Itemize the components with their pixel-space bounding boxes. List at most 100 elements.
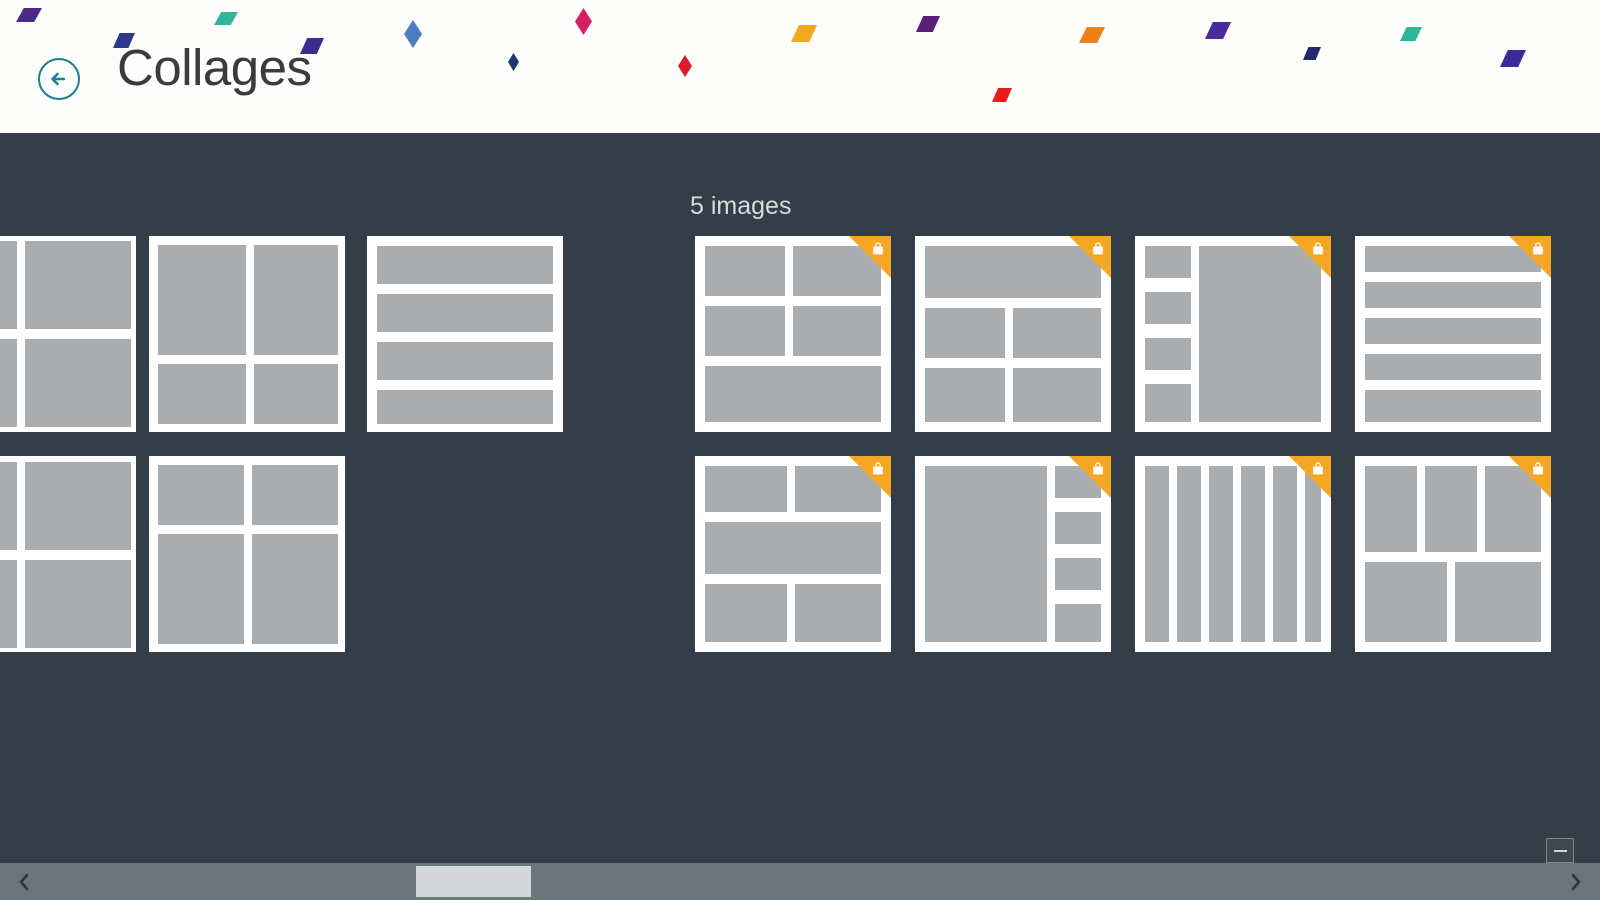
section-label-image-count: 5 images (690, 192, 792, 220)
scrollbar-thumb[interactable] (416, 866, 531, 897)
collage-cell (1199, 246, 1321, 422)
collage-cell (1273, 466, 1297, 642)
parallelogram-confetti-icon (1303, 47, 1321, 60)
collage-cell (1055, 558, 1101, 590)
collage-cell (158, 534, 244, 644)
collage-cell (1485, 466, 1541, 552)
collage-cell (705, 366, 881, 422)
collage-card-two-top-banner-two-bottom[interactable] (695, 456, 891, 652)
collage-cell (705, 246, 785, 296)
horizontal-scrollbar[interactable] (0, 863, 1600, 900)
collage-card-grid-2x2-bottom-heavy[interactable] (149, 456, 345, 652)
collage-cell (158, 465, 244, 525)
collage-cell (1209, 466, 1233, 642)
collage-card-grid-2x2-left-narrow[interactable] (0, 456, 136, 652)
diamond-confetti-icon (575, 8, 592, 35)
chevron-right-icon (1571, 873, 1581, 890)
collage-card-stripes-horizontal-5[interactable] (1355, 236, 1551, 432)
collage-cell (705, 522, 881, 574)
collage-card-sidebar-left-4-hero-right[interactable] (1135, 236, 1331, 432)
collage-cell (705, 584, 787, 642)
collage-cell (1305, 466, 1321, 642)
collage-cell (1365, 562, 1447, 642)
collage-cell (1365, 246, 1541, 272)
collage-cell (1055, 604, 1101, 642)
collage-cell (25, 462, 131, 550)
diamond-confetti-icon (678, 55, 692, 77)
collage-cell (377, 342, 553, 380)
parallelogram-confetti-icon (992, 88, 1012, 102)
collage-cell (925, 246, 1101, 298)
collage-cell (25, 560, 131, 648)
collage-cell (925, 368, 1005, 422)
collage-cell (795, 584, 881, 642)
collage-cell (1365, 354, 1541, 380)
collage-cell (705, 306, 785, 356)
parallelogram-confetti-icon (1205, 22, 1231, 39)
parallelogram-confetti-icon (1500, 50, 1526, 67)
collage-card-grid-2x2-plus-banner[interactable] (695, 236, 891, 432)
collage-cell (1055, 512, 1101, 544)
parallelogram-confetti-icon (214, 12, 238, 25)
collage-cell (1365, 390, 1541, 422)
collage-cell (252, 465, 338, 525)
collage-cell (252, 534, 338, 644)
collage-cell (254, 245, 338, 355)
collage-cell (1145, 466, 1169, 642)
scroll-left-button[interactable] (4, 863, 44, 900)
collage-cell (1177, 466, 1201, 642)
collage-card-banner-plus-grid-2x2[interactable] (915, 236, 1111, 432)
page-title: Collages (117, 39, 312, 96)
collage-cell (1145, 384, 1191, 422)
scroll-right-button[interactable] (1556, 863, 1596, 900)
diamond-confetti-icon (508, 53, 519, 71)
collage-cell (1365, 282, 1541, 308)
collage-cell (0, 241, 17, 329)
collage-cell (377, 294, 553, 332)
collage-cell (705, 466, 787, 512)
collage-cell (925, 308, 1005, 358)
collages-app: Collages 5 images (0, 0, 1600, 900)
collage-gallery: 5 images (0, 133, 1600, 845)
arrow-left-circle-icon (51, 72, 66, 86)
collage-cell (25, 339, 131, 427)
app-header: Collages (0, 0, 1600, 133)
parallelogram-confetti-icon (916, 16, 940, 32)
parallelogram-confetti-icon (1079, 27, 1105, 43)
collage-cell (377, 246, 553, 284)
collage-cell (377, 390, 553, 424)
collage-cell (1145, 246, 1191, 278)
collage-cell (793, 306, 881, 356)
collage-cell (1145, 338, 1191, 370)
collage-card-stripes-horizontal-4[interactable] (367, 236, 563, 432)
collage-cell (1365, 466, 1417, 552)
collage-cell (925, 466, 1047, 642)
collage-cell (793, 246, 881, 296)
collage-card-grid-2x2-offset[interactable] (0, 236, 136, 432)
parallelogram-confetti-icon (1400, 27, 1422, 41)
collage-cell (1013, 308, 1101, 358)
collage-cell (1013, 368, 1101, 422)
horizontal-scroll-area (0, 845, 1600, 900)
parallelogram-confetti-icon (791, 25, 817, 42)
collage-cell (25, 241, 131, 329)
collage-cell (1055, 466, 1101, 498)
minimize-icon (1554, 850, 1567, 852)
collage-cell (1455, 562, 1541, 642)
chevron-left-icon (19, 873, 29, 890)
collage-cell (0, 339, 17, 427)
collage-cell (795, 466, 881, 512)
back-button[interactable] (38, 58, 80, 100)
collage-cell (0, 560, 17, 648)
collage-card-hero-left-sidebar-right-4[interactable] (915, 456, 1111, 652)
collage-card-grid-2x2-top-heavy[interactable] (149, 236, 345, 432)
collage-cell (158, 364, 246, 424)
collage-card-three-top-two-bottom[interactable] (1355, 456, 1551, 652)
diamond-confetti-icon (404, 20, 422, 48)
collage-cell (1145, 292, 1191, 324)
collage-card-stripes-vertical-6[interactable] (1135, 456, 1331, 652)
collage-cell (0, 462, 17, 550)
minimize-button[interactable] (1546, 838, 1574, 863)
collage-cell (158, 245, 246, 355)
collage-cell (1241, 466, 1265, 642)
